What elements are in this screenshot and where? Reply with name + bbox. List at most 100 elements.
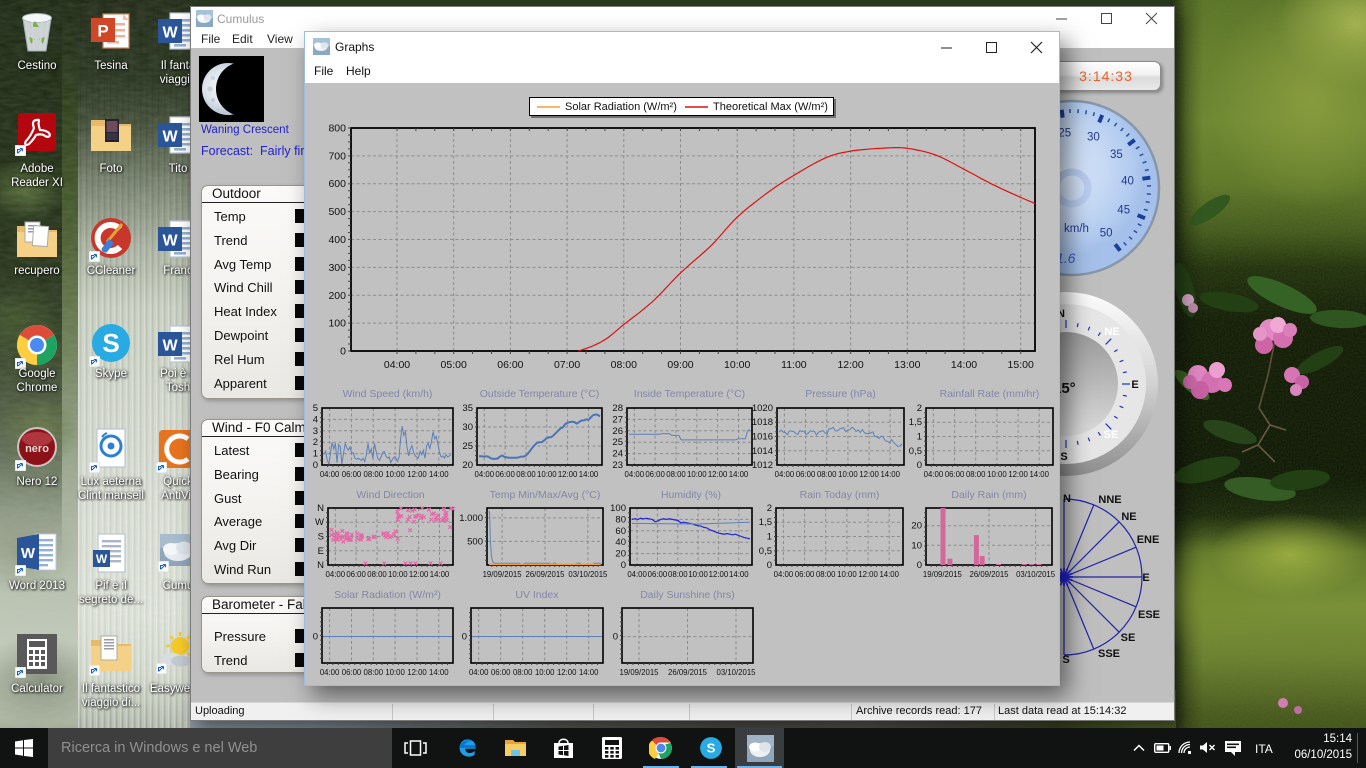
svg-text:12:00: 12:00 xyxy=(708,470,728,479)
svg-text:06:00: 06:00 xyxy=(491,668,511,677)
svg-text:08:00: 08:00 xyxy=(666,470,686,479)
svg-text:07:00: 07:00 xyxy=(554,359,580,371)
svg-text:10: 10 xyxy=(911,540,922,551)
svg-text:40: 40 xyxy=(615,537,626,548)
svg-text:0: 0 xyxy=(767,560,772,571)
svg-text:10:00: 10:00 xyxy=(987,470,1007,479)
svg-text:28: 28 xyxy=(612,403,623,414)
svg-text:06:00: 06:00 xyxy=(795,570,815,579)
svg-text:E: E xyxy=(318,546,324,557)
svg-text:08:00: 08:00 xyxy=(817,470,837,479)
svg-text:0,5: 0,5 xyxy=(759,546,772,557)
svg-text:06:00: 06:00 xyxy=(346,570,366,579)
svg-text:60: 60 xyxy=(615,526,626,537)
svg-text:10:00: 10:00 xyxy=(385,470,405,479)
svg-text:1014: 1014 xyxy=(752,446,773,457)
svg-text:W: W xyxy=(96,552,108,566)
svg-text:UV Index: UV Index xyxy=(515,589,559,601)
svg-text:NNE: NNE xyxy=(1098,494,1121,506)
svg-text:25: 25 xyxy=(462,441,473,452)
svg-text:km/h: km/h xyxy=(1064,223,1089,235)
svg-text:24: 24 xyxy=(612,449,623,460)
svg-text:1.000: 1.000 xyxy=(459,513,483,524)
svg-text:26: 26 xyxy=(612,426,623,437)
svg-text:Pressure (hPa): Pressure (hPa) xyxy=(805,388,876,400)
svg-text:14:00: 14:00 xyxy=(729,470,749,479)
svg-text:100: 100 xyxy=(328,318,346,330)
svg-text:Wind Direction: Wind Direction xyxy=(356,489,424,501)
svg-text:500: 500 xyxy=(467,536,483,547)
svg-text:30: 30 xyxy=(1087,131,1100,143)
svg-text:14:00: 14:00 xyxy=(579,470,599,479)
svg-text:1: 1 xyxy=(767,532,772,543)
svg-text:0: 0 xyxy=(621,560,626,571)
svg-text:30: 30 xyxy=(462,422,473,433)
svg-text:20: 20 xyxy=(911,521,922,532)
svg-text:06:00: 06:00 xyxy=(495,470,515,479)
svg-text:08:00: 08:00 xyxy=(966,470,986,479)
svg-text:12:00: 12:00 xyxy=(837,359,863,371)
svg-text:12:00: 12:00 xyxy=(407,668,427,677)
svg-text:04:00: 04:00 xyxy=(320,668,340,677)
svg-text:800: 800 xyxy=(328,123,346,135)
svg-text:1012: 1012 xyxy=(752,460,773,471)
svg-text:08:00: 08:00 xyxy=(668,570,688,579)
svg-text:04:00: 04:00 xyxy=(384,359,410,371)
svg-text:0: 0 xyxy=(340,346,346,358)
svg-text:Solar Radiation (W/m²): Solar Radiation (W/m²) xyxy=(334,589,441,601)
svg-text:14:00: 14:00 xyxy=(729,570,749,579)
svg-text:80: 80 xyxy=(615,514,626,525)
svg-text:2: 2 xyxy=(313,437,318,448)
svg-text:14:00: 14:00 xyxy=(430,570,450,579)
svg-text:12:00: 12:00 xyxy=(1008,470,1028,479)
svg-text:S: S xyxy=(1062,654,1069,666)
svg-text:23: 23 xyxy=(612,460,623,471)
svg-text:40: 40 xyxy=(1121,176,1134,188)
svg-text:27: 27 xyxy=(612,414,623,425)
svg-text:1,5: 1,5 xyxy=(909,417,922,428)
svg-text:08:00: 08:00 xyxy=(367,570,387,579)
svg-text:W: W xyxy=(315,517,324,528)
svg-text:04:00: 04:00 xyxy=(924,470,944,479)
svg-text:1016: 1016 xyxy=(752,432,773,443)
svg-text:08:00: 08:00 xyxy=(364,470,384,479)
svg-text:04:00: 04:00 xyxy=(326,570,346,579)
svg-text:4: 4 xyxy=(313,414,318,425)
svg-text:25: 25 xyxy=(612,437,623,448)
svg-text:Wind Speed (km/h): Wind Speed (km/h) xyxy=(343,388,433,400)
svg-text:12:00: 12:00 xyxy=(407,470,427,479)
svg-text:04:00: 04:00 xyxy=(469,668,489,677)
svg-text:nero: nero xyxy=(25,443,49,455)
svg-text:5: 5 xyxy=(313,403,318,414)
svg-text:N: N xyxy=(317,503,324,514)
svg-text:W: W xyxy=(162,25,178,42)
svg-text:0: 0 xyxy=(313,632,318,643)
svg-text:Daily Sunshine (hrs): Daily Sunshine (hrs) xyxy=(640,589,735,601)
svg-text:14:00: 14:00 xyxy=(1029,470,1049,479)
svg-text:400: 400 xyxy=(328,234,346,246)
svg-text:14:00: 14:00 xyxy=(579,668,599,677)
svg-text:P: P xyxy=(97,22,108,41)
svg-text:2: 2 xyxy=(767,503,772,514)
svg-text:12:00: 12:00 xyxy=(409,570,429,579)
svg-text:06:00: 06:00 xyxy=(645,470,665,479)
svg-text:12:00: 12:00 xyxy=(557,668,577,677)
svg-text:14:00: 14:00 xyxy=(429,668,449,677)
svg-text:10:00: 10:00 xyxy=(537,470,557,479)
svg-text:26/09/2015: 26/09/2015 xyxy=(969,570,1009,579)
svg-text:13:00: 13:00 xyxy=(894,359,920,371)
svg-text:14:00: 14:00 xyxy=(429,470,449,479)
svg-text:500: 500 xyxy=(328,206,346,218)
svg-text:1,5: 1,5 xyxy=(759,517,772,528)
svg-text:1: 1 xyxy=(313,449,318,460)
svg-text:Temp Min/Max/Avg (°C): Temp Min/Max/Avg (°C) xyxy=(490,489,601,501)
svg-text:04:00: 04:00 xyxy=(775,470,795,479)
svg-text:0: 0 xyxy=(917,460,922,471)
svg-text:08:00: 08:00 xyxy=(364,668,384,677)
svg-text:06:00: 06:00 xyxy=(648,570,668,579)
svg-text:10:00: 10:00 xyxy=(385,668,405,677)
svg-text:0: 0 xyxy=(462,632,467,643)
svg-text:3: 3 xyxy=(313,426,318,437)
svg-text:SE: SE xyxy=(1121,632,1136,644)
svg-text:ESE: ESE xyxy=(1138,609,1160,621)
